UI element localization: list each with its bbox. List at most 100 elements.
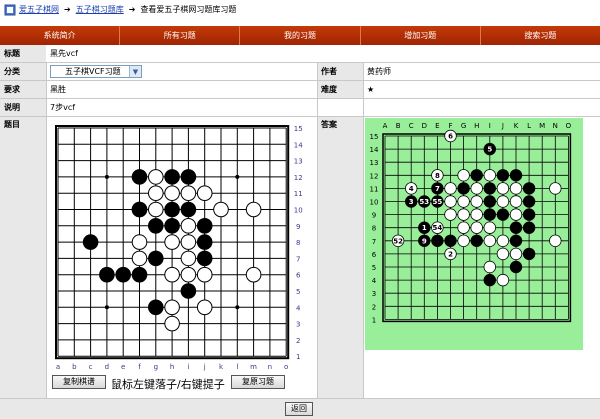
white-stone: [457, 234, 470, 248]
category-select[interactable]: 五子棋VCF习题 ▼: [50, 65, 142, 78]
row-label: 14: [294, 141, 303, 149]
white-stone: [457, 169, 470, 182]
col-label: I: [489, 122, 491, 130]
problem-label: 题目: [4, 120, 20, 129]
arrow-right-icon: ➔: [64, 5, 71, 14]
move-number: 9: [422, 237, 427, 245]
black-stone: [148, 299, 164, 316]
row-label: 10: [370, 199, 379, 207]
col-label: a: [56, 363, 60, 371]
move-number: 3: [409, 198, 414, 206]
col-label: g: [154, 363, 158, 371]
breadcrumb-home-link[interactable]: 爱五子棋网: [19, 3, 59, 17]
col-label: l: [236, 363, 238, 371]
nav-intro[interactable]: 系统简介: [0, 26, 121, 45]
requirement-value: 黑胜: [50, 85, 66, 94]
col-label: J: [501, 122, 504, 130]
move-number: 7: [435, 185, 440, 193]
white-stone: [164, 234, 180, 250]
col-label: C: [409, 122, 414, 130]
white-stone: [483, 260, 497, 274]
black-stone: [196, 234, 213, 250]
black-stone: [496, 208, 510, 221]
back-button[interactable]: 返回: [285, 402, 313, 416]
black-stone: [115, 266, 131, 283]
col-label: A: [383, 122, 388, 130]
title-label: 标题: [0, 45, 46, 62]
white-stone: [496, 234, 510, 248]
row-label: 12: [370, 172, 379, 180]
reset-problem-button[interactable]: 复原习题: [231, 375, 285, 389]
black-stone: [164, 169, 180, 185]
black-stone: [131, 266, 148, 283]
white-stone: [470, 195, 483, 208]
home-icon: [4, 4, 16, 16]
white-stone: [549, 234, 562, 248]
move-number: 2: [448, 250, 453, 258]
row-label: 10: [294, 207, 303, 215]
chevron-down-icon: ▼: [129, 66, 141, 77]
answer-label-cell: 答案: [317, 117, 363, 398]
problem-board[interactable]: a b c d e f g h i j k l m n o 15 14 13 12 11 10 9 8 7 6 5 4 3 2 1: [47, 118, 315, 380]
row-label: 7: [296, 255, 300, 263]
star-point: [104, 174, 109, 179]
black-stone: [483, 273, 497, 287]
white-stone: [444, 195, 457, 208]
divider: [363, 63, 364, 398]
black-stone: [522, 182, 536, 195]
col-label: B: [396, 122, 401, 130]
col-label: F: [448, 122, 452, 130]
row-label: 5: [296, 288, 300, 296]
white-stone: [196, 266, 213, 283]
white-stone: [483, 169, 497, 182]
row-label: 9: [296, 223, 300, 231]
black-stone: [509, 221, 523, 234]
row-label: 11: [294, 190, 303, 198]
col-label: j: [203, 363, 206, 371]
nav-add-problem[interactable]: 增加习题: [361, 26, 481, 45]
white-stone: [496, 273, 510, 287]
black-stone: [496, 169, 510, 182]
form-row-description: 说明 7步vcf: [0, 99, 600, 117]
white-stone: [148, 169, 164, 185]
white-stone: [457, 208, 470, 221]
row-label: 12: [294, 174, 303, 182]
move-number: 53: [419, 198, 429, 206]
col-label: f: [138, 363, 141, 371]
category-cell: 五子棋VCF习题 ▼: [46, 63, 317, 80]
row-label: 13: [370, 159, 379, 167]
white-stone: [196, 299, 213, 316]
nav-search-problem[interactable]: 搜索习题: [481, 26, 600, 45]
row-label: 4: [296, 304, 301, 312]
white-stone: [245, 201, 262, 218]
copy-record-button[interactable]: 复制棋谱: [52, 375, 106, 389]
black-stone: [470, 234, 483, 248]
description-value: 7步vcf: [50, 103, 76, 112]
white-stone: [496, 182, 510, 195]
row-label: 5: [372, 264, 376, 272]
black-stone: [522, 208, 536, 221]
row-label: 3: [372, 290, 376, 298]
white-stone: [509, 182, 523, 195]
row-label: 1: [296, 353, 300, 361]
nav-my-problems[interactable]: 我的习题: [240, 26, 361, 45]
col-label: H: [474, 122, 479, 130]
move-number: 6: [448, 133, 453, 141]
col-label: n: [268, 363, 272, 371]
answer-board: A B C D E F G H I J K L M N O1514131211109876543216485…: [365, 118, 583, 350]
black-stone: [196, 218, 213, 234]
col-label: d: [105, 363, 109, 371]
black-stone: [180, 169, 197, 185]
white-stone: [470, 221, 483, 234]
star-point: [235, 305, 240, 310]
breadcrumb-library-link[interactable]: 五子棋习题库: [76, 3, 124, 17]
category-value: 五子棋VCF习题: [65, 67, 121, 76]
white-stone: [164, 299, 180, 316]
nav-all-problems[interactable]: 所有习题: [120, 26, 241, 45]
move-number: 1: [422, 224, 427, 232]
title-value: 黑先vcf: [50, 49, 78, 58]
black-stone: [164, 201, 180, 218]
black-stone: [148, 218, 164, 234]
author-label: 作者: [317, 63, 363, 80]
black-stone: [483, 208, 497, 221]
